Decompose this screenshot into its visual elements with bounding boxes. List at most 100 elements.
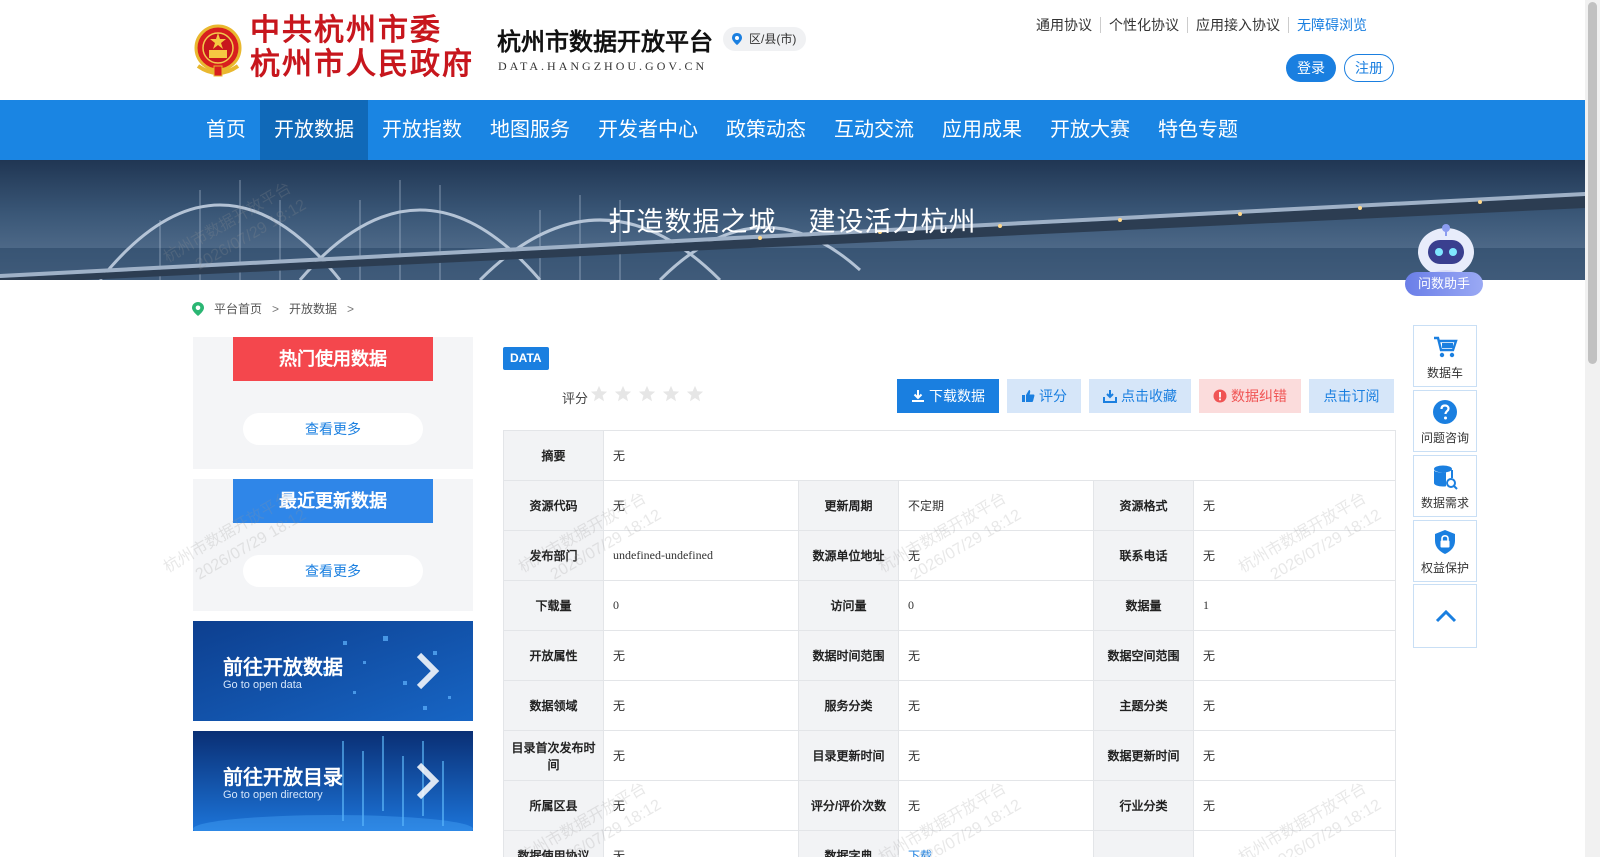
data-dictionary-download-link[interactable]: 下载	[898, 830, 1094, 857]
field-value: 无	[1193, 730, 1396, 781]
location-pin-icon	[192, 301, 204, 316]
star-icon[interactable]	[662, 385, 680, 403]
go-open-directory-banner[interactable]: 前往开放目录 Go to open directory	[193, 731, 473, 831]
banner: 打造数据之城 建设活力杭州	[0, 160, 1585, 280]
field-value: 无	[898, 630, 1094, 681]
field-value: 无	[603, 730, 799, 781]
question-consult-button[interactable]: 问题咨询	[1413, 390, 1477, 452]
thumbs-up-icon	[1022, 390, 1035, 402]
table-row: 所属区县无 评分/评价次数无 行业分类无	[503, 780, 1396, 831]
field-label: 资源格式	[1093, 480, 1194, 531]
nav-open-index[interactable]: 开放指数	[368, 100, 476, 160]
field-value: 0	[898, 580, 1094, 631]
field-label: 服务分类	[798, 680, 899, 731]
star-icon[interactable]	[686, 385, 704, 403]
field-value: 无	[898, 530, 1094, 581]
region-label: 区/县(市)	[749, 32, 797, 46]
field-value: 无	[603, 780, 799, 831]
link-accessibility[interactable]: 无障碍浏览	[1288, 17, 1375, 33]
question-icon	[1433, 400, 1457, 424]
field-label: 联系电话	[1093, 530, 1194, 581]
site-title[interactable]: 杭州市数据开放平台	[497, 22, 713, 57]
link-personalized-agreement[interactable]: 个性化协议	[1100, 17, 1187, 33]
shield-lock-icon	[1435, 530, 1455, 554]
field-value: 无	[898, 780, 1094, 831]
link-general-agreement[interactable]: 通用协议	[1028, 17, 1100, 33]
data-type-tag: DATA	[503, 347, 549, 370]
data-request-button[interactable]: 数据需求	[1413, 455, 1477, 517]
field-value: 0	[603, 580, 799, 631]
rate-button[interactable]: 评分	[1007, 379, 1081, 413]
hot-data-more-button[interactable]: 查看更多	[243, 413, 423, 445]
rights-protection-button[interactable]: 权益保护	[1413, 520, 1477, 582]
vertical-scrollbar[interactable]	[1585, 0, 1600, 857]
back-to-top-button[interactable]	[1413, 584, 1477, 648]
field-label: 目录更新时间	[798, 730, 899, 781]
hot-data-panel: 热门使用数据 查看更多	[193, 337, 473, 469]
star-icon[interactable]	[590, 385, 608, 403]
field-label: 数据时间范围	[798, 630, 899, 681]
login-button[interactable]: 登录	[1286, 54, 1336, 82]
go-open-data-banner[interactable]: 前往开放数据 Go to open data	[193, 621, 473, 721]
database-search-icon	[1434, 465, 1458, 490]
subscribe-button[interactable]: 点击订阅	[1309, 379, 1394, 413]
download-data-button[interactable]: 下载数据	[897, 379, 999, 413]
recent-data-panel: 最近更新数据 查看更多	[193, 479, 473, 611]
field-label: 数据使用协议	[503, 830, 604, 857]
nav-developer-center[interactable]: 开发者中心	[584, 100, 712, 160]
nav-map-service[interactable]: 地图服务	[476, 100, 584, 160]
download-icon	[912, 390, 924, 402]
link-app-access-agreement[interactable]: 应用接入协议	[1187, 17, 1288, 33]
breadcrumb: 平台首页 > 开放数据 >	[192, 300, 364, 317]
field-label: 数据量	[1093, 580, 1194, 631]
star-icon[interactable]	[614, 385, 632, 403]
breadcrumb-home[interactable]: 平台首页	[214, 300, 262, 317]
favorite-button[interactable]: 点击收藏	[1089, 379, 1191, 413]
table-row: 资源代码无 更新周期 不定期 资源格式无	[503, 480, 1396, 531]
field-value: 无	[1193, 780, 1396, 831]
nav-app-results[interactable]: 应用成果	[928, 100, 1036, 160]
recent-data-title: 最近更新数据	[233, 479, 433, 523]
data-cart-button[interactable]: 数据车	[1413, 325, 1477, 387]
register-button[interactable]: 注册	[1344, 54, 1394, 82]
nav-special-topics[interactable]: 特色专题	[1144, 100, 1252, 160]
assistant-label[interactable]: 问数助手	[1405, 272, 1483, 296]
field-label: 数据空间范围	[1093, 630, 1194, 681]
chevron-up-icon	[1435, 609, 1457, 623]
table-row: 数据领域无 服务分类无 主题分类无	[503, 680, 1396, 731]
breadcrumb-current[interactable]: 开放数据	[289, 300, 337, 317]
national-emblem-icon	[194, 24, 242, 77]
field-label: 访问量	[798, 580, 899, 631]
breadcrumb-separator: >	[272, 301, 280, 316]
field-value	[1193, 830, 1396, 857]
scrollbar-thumb[interactable]	[1588, 2, 1597, 364]
government-title: 中共杭州市委 杭州市人民政府	[250, 14, 474, 81]
recent-data-more-button[interactable]: 查看更多	[243, 555, 423, 587]
field-value: 无	[603, 480, 799, 531]
report-error-button[interactable]: 数据纠错	[1199, 379, 1301, 413]
table-row: 下载量 0 访问量 0 数据量 1	[503, 580, 1396, 631]
summary-label: 摘要	[503, 430, 604, 481]
field-label: 更新周期	[798, 480, 899, 531]
field-label: 开放属性	[503, 630, 604, 681]
nav-home[interactable]: 首页	[192, 100, 260, 160]
field-value: 无	[898, 680, 1094, 731]
nav-policy-news[interactable]: 政策动态	[712, 100, 820, 160]
nav-open-data[interactable]: 开放数据	[260, 100, 368, 160]
field-value: 无	[1193, 530, 1396, 581]
region-selector[interactable]: 区/县(市)	[723, 27, 807, 51]
location-pin-icon	[732, 33, 742, 45]
cart-icon	[1434, 336, 1458, 358]
field-label: 发布部门	[503, 530, 604, 581]
field-label: 数据字典	[798, 830, 899, 857]
field-label	[1093, 830, 1194, 857]
top-links: 通用协议 个性化协议 应用接入协议 无障碍浏览	[1028, 17, 1375, 33]
field-label: 评分/评价次数	[798, 780, 899, 831]
field-label: 主题分类	[1093, 680, 1194, 731]
star-icon[interactable]	[638, 385, 656, 403]
nav-open-contest[interactable]: 开放大赛	[1036, 100, 1144, 160]
table-row: 目录首次发布时间无 目录更新时间无 数据更新时间无	[503, 730, 1396, 781]
rating-stars[interactable]	[590, 385, 710, 403]
field-label: 数据领域	[503, 680, 604, 731]
nav-interaction[interactable]: 互动交流	[820, 100, 928, 160]
